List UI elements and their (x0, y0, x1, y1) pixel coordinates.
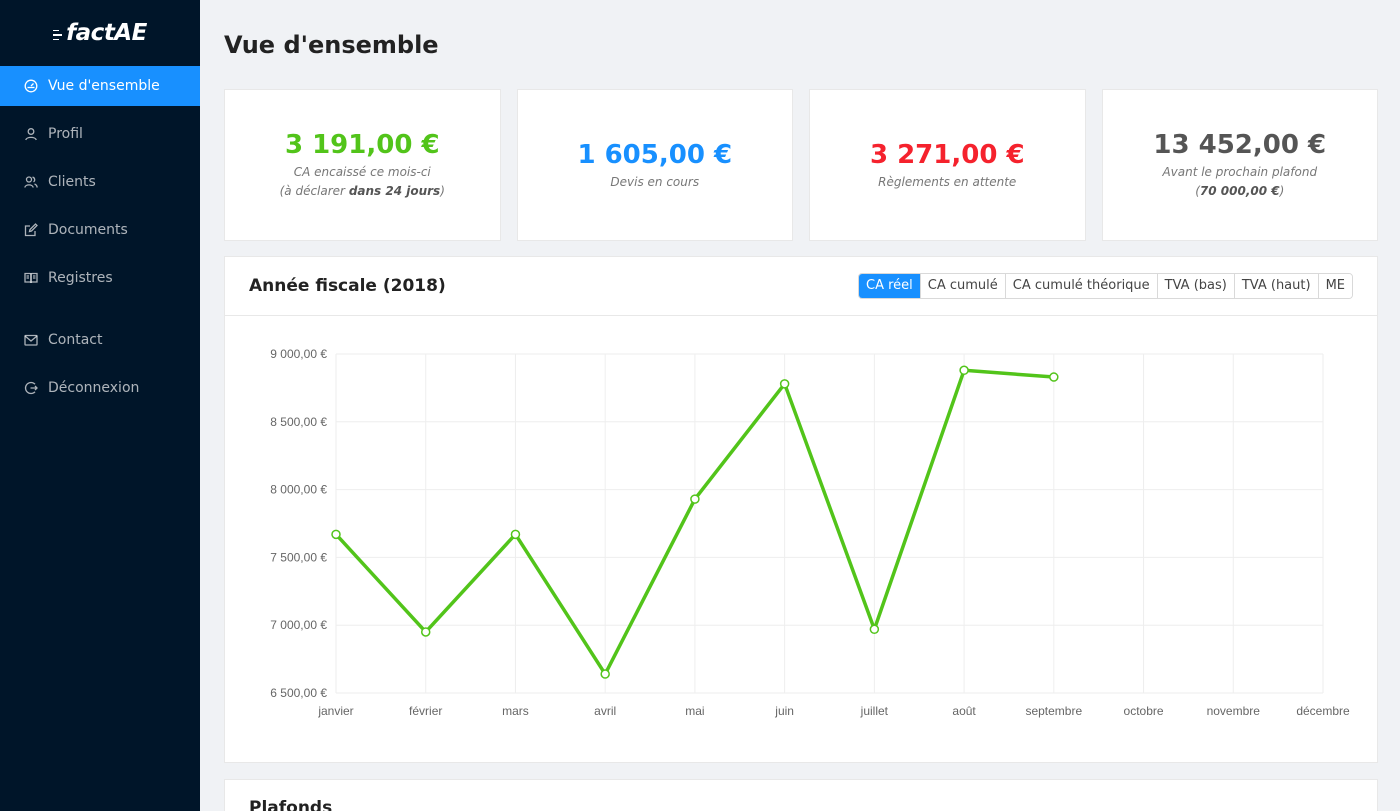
stat-label-line2-pre: (à déclarer (279, 184, 349, 198)
stat-card-pending-payments: 3 271,00 € Règlements en attente (809, 89, 1086, 241)
stat-label: Avant le prochain plafond (70 000,00 €) (1162, 163, 1317, 201)
stat-label-line2-post: ) (440, 184, 445, 198)
card-title: Plafonds (249, 798, 333, 811)
data-point (869, 624, 880, 635)
sidebar-item-label: Clients (48, 174, 96, 190)
stat-label-threshold-amount: 70 000,00 € (1199, 184, 1280, 198)
logo-text: factAE (66, 20, 147, 46)
sidebar-item-overview[interactable]: Vue d'ensemble (0, 66, 200, 106)
sidebar-item-clients[interactable]: Clients (0, 162, 200, 202)
y-tick-label: 7 000,00 € (270, 618, 327, 632)
tab-ca-cumule-theorique[interactable]: CA cumulé théorique (1004, 274, 1157, 298)
book-icon (24, 271, 38, 285)
stat-card-quotes: 1 605,00 € Devis en cours (516, 89, 793, 241)
x-tick-label: janvier (317, 704, 353, 718)
x-tick-label: février (409, 704, 442, 718)
tab-tva-haut[interactable]: TVA (haut) (1233, 274, 1318, 298)
stat-value: 3 191,00 € (284, 130, 440, 160)
card-header: Année fiscale (2018) CA réel CA cumulé C… (225, 257, 1377, 316)
stat-value: 3 271,00 € (869, 139, 1025, 170)
x-tick-label: juin (774, 704, 794, 718)
page-title: Vue d'ensemble (224, 31, 439, 59)
stat-label: Règlements en attente (878, 174, 1017, 189)
main-content: Vue d'ensemble 3 191,00 € CA encaissé ce… (200, 0, 1400, 811)
y-tick-label: 6 500,00 € (270, 686, 327, 700)
data-point (779, 379, 790, 389)
plafonds-card: Plafonds (224, 779, 1378, 811)
fiscal-year-card: Année fiscale (2018) CA réel CA cumulé C… (224, 256, 1378, 763)
x-tick-label: septembre (1025, 704, 1082, 718)
tab-tva-bas[interactable]: TVA (bas) (1156, 274, 1234, 298)
sidebar: factAE Vue d'ensemble Profil Clients Doc… (0, 0, 200, 811)
data-point (600, 669, 610, 679)
stat-card-ca-month: 3 191,00 € CA encaissé ce mois-ci (à déc… (224, 89, 501, 241)
stat-card-threshold: 13 452,00 € Avant le prochain plafond (7… (1101, 89, 1378, 241)
stat-label: Devis en cours (610, 174, 700, 189)
sidebar-item-profile[interactable]: Profil (0, 114, 200, 154)
x-tick-label: mai (685, 704, 704, 718)
sidebar-item-logout[interactable]: Déconnexion (0, 368, 200, 408)
data-point (331, 529, 341, 540)
sidebar-item-registres[interactable]: Registres (0, 258, 200, 298)
tab-ca-cumule[interactable]: CA cumulé (919, 274, 1005, 298)
logo-mark-icon (53, 29, 63, 41)
x-tick-label: août (952, 704, 976, 718)
stat-label: CA encaissé ce mois-ci (à déclarer dans … (280, 163, 445, 201)
user-icon (24, 127, 38, 141)
x-tick-label: avril (594, 704, 616, 718)
sidebar-item-label: Déconnexion (48, 380, 140, 396)
data-point (420, 627, 431, 637)
sidebar-item-documents[interactable]: Documents (0, 210, 200, 250)
x-tick-label: octobre (1124, 704, 1164, 718)
tab-me[interactable]: ME (1317, 274, 1352, 298)
data-point (1049, 372, 1059, 382)
card-title: Année fiscale (2018) (249, 276, 446, 296)
stat-label-line2-post: ) (1279, 184, 1285, 198)
app-logo[interactable]: factAE (0, 0, 200, 66)
sidebar-item-label: Documents (48, 222, 128, 238)
sidebar-item-label: Profil (48, 126, 83, 142)
x-tick-label: novembre (1207, 704, 1261, 718)
dashboard-icon (24, 79, 38, 93)
y-tick-label: 7 500,00 € (270, 550, 327, 564)
stat-label-deadline: dans 24 jours (348, 184, 441, 198)
y-tick-label: 9 000,00 € (270, 347, 327, 361)
data-point (510, 529, 521, 540)
stat-value: 1 605,00 € (577, 139, 733, 170)
data-point (959, 365, 969, 376)
logout-icon (24, 381, 38, 395)
stat-value: 13 452,00 € (1153, 130, 1327, 160)
y-tick-label: 8 000,00 € (270, 483, 327, 497)
sidebar-item-label: Contact (48, 332, 103, 348)
edit-icon (24, 223, 38, 237)
chart-mode-switch: CA réel CA cumulé CA cumulé théorique TV… (858, 273, 1353, 299)
tab-ca-reel[interactable]: CA réel (859, 274, 920, 298)
data-point (690, 494, 700, 504)
y-tick-label: 8 500,00 € (270, 415, 327, 429)
mail-icon (24, 333, 38, 347)
stat-label-line1: Avant le prochain plafond (1162, 165, 1318, 179)
x-tick-label: juillet (860, 704, 889, 718)
sidebar-item-contact[interactable]: Contact (0, 320, 200, 360)
x-tick-label: mars (502, 704, 529, 718)
sidebar-item-label: Vue d'ensemble (48, 78, 160, 94)
sidebar-nav: Vue d'ensemble Profil Clients Documents … (0, 66, 200, 408)
stat-label-line1: CA encaissé ce mois-ci (293, 165, 431, 179)
line-chart: 9 000,00 € 8 500,00 € 8 000,00 € 7 500,00 €… (225, 317, 1377, 762)
nav-spacer (0, 306, 200, 320)
stats-row: 3 191,00 € CA encaissé ce mois-ci (à déc… (224, 89, 1378, 241)
team-icon (24, 175, 38, 189)
sidebar-item-label: Registres (48, 270, 113, 286)
x-tick-label: décembre (1296, 704, 1350, 718)
chart-svg: 9 000,00 € 8 500,00 € 8 000,00 € 7 500,00 €… (270, 347, 1350, 718)
